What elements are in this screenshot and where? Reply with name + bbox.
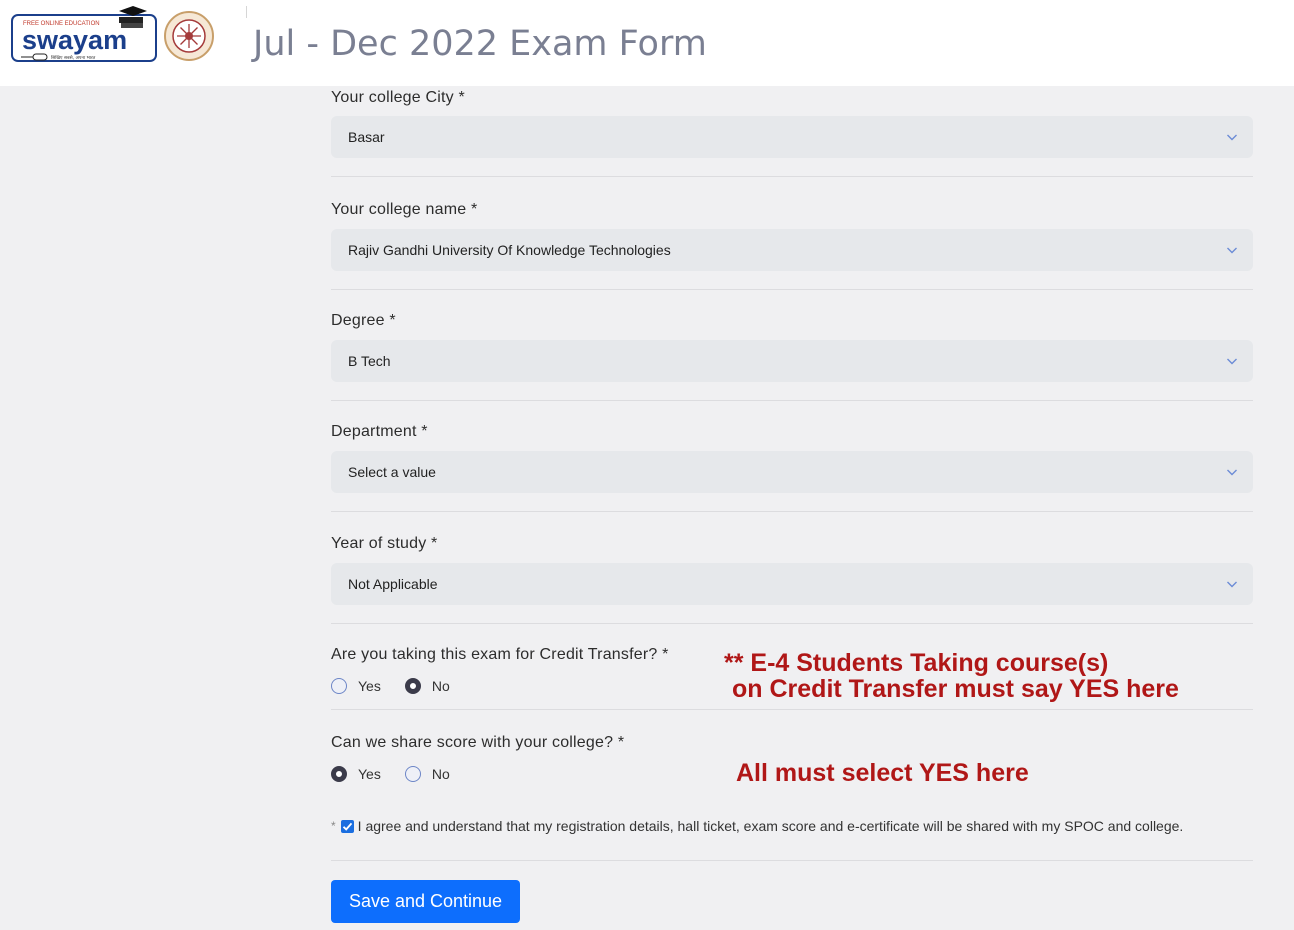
credit-transfer-annotation: ** E-4 Students Taking course(s) on Cred… bbox=[724, 650, 1179, 702]
city-value: Basar bbox=[348, 129, 385, 145]
year-value: Not Applicable bbox=[348, 576, 438, 592]
chevron-down-icon bbox=[1227, 247, 1237, 254]
year-label: Year of study * bbox=[331, 535, 438, 552]
department-label: Department * bbox=[331, 423, 428, 440]
credit-transfer-yes-label[interactable]: Yes bbox=[358, 678, 381, 694]
college-label: Your college name * bbox=[331, 201, 478, 218]
header-divider bbox=[246, 6, 247, 18]
credit-transfer-no-label[interactable]: No bbox=[432, 678, 450, 694]
agree-checkbox[interactable] bbox=[340, 819, 354, 833]
chevron-down-icon bbox=[1227, 581, 1237, 588]
department-select[interactable]: Select a value bbox=[331, 451, 1253, 493]
degree-field: Degree * B Tech bbox=[331, 290, 1253, 382]
annotation-line-2: on Credit Transfer must say YES here bbox=[732, 675, 1179, 703]
agree-row: * I agree and understand that my registr… bbox=[331, 818, 1183, 834]
share-score-no-label[interactable]: No bbox=[432, 766, 450, 782]
page-header: FREE ONLINE EDUCATION swayam सिखिए सबसे,… bbox=[0, 0, 1294, 86]
department-field: Department * Select a value bbox=[331, 401, 1253, 493]
swayam-logo[interactable]: FREE ONLINE EDUCATION swayam सिखिए सबसे,… bbox=[11, 5, 157, 65]
city-select[interactable]: Basar bbox=[331, 116, 1253, 158]
year-field: Year of study * Not Applicable bbox=[331, 512, 1253, 605]
save-and-continue-button[interactable]: Save and Continue bbox=[331, 880, 520, 923]
chevron-down-icon bbox=[1227, 358, 1237, 365]
share-score-annotation: All must select YES here bbox=[736, 759, 1029, 787]
share-score-yes-radio[interactable] bbox=[331, 766, 347, 782]
share-score-no-radio[interactable] bbox=[404, 766, 421, 782]
degree-select[interactable]: B Tech bbox=[331, 340, 1253, 382]
agree-asterisk: * bbox=[331, 819, 336, 833]
department-value: Select a value bbox=[348, 464, 436, 480]
year-select[interactable]: Not Applicable bbox=[331, 563, 1253, 605]
city-field: Your college City * Basar bbox=[331, 86, 1253, 158]
share-score-yes-label[interactable]: Yes bbox=[358, 766, 381, 782]
degree-value: B Tech bbox=[348, 353, 391, 369]
page-title: Jul - Dec 2022 Exam Form bbox=[253, 24, 707, 64]
degree-label: Degree * bbox=[331, 312, 396, 329]
logo-name: swayam bbox=[22, 25, 127, 55]
seal-icon bbox=[164, 11, 214, 61]
annotation-line-1: ** E-4 Students Taking course(s) bbox=[724, 649, 1109, 677]
credit-transfer-yes-radio[interactable] bbox=[331, 678, 347, 694]
share-score-label: Can we share score with your college? * bbox=[331, 734, 625, 751]
logo-tagline: सिखिए सबसे, अपना भारत bbox=[51, 54, 96, 61]
chevron-down-icon bbox=[1227, 469, 1237, 476]
checkmark-icon bbox=[342, 822, 352, 831]
college-select[interactable]: Rajiv Gandhi University Of Knowledge Tec… bbox=[331, 229, 1253, 271]
city-label: Your college City * bbox=[331, 89, 465, 106]
college-field: Your college name * Rajiv Gandhi Univers… bbox=[331, 177, 1253, 271]
divider bbox=[331, 860, 1253, 861]
agree-text: I agree and understand that my registrat… bbox=[357, 818, 1184, 834]
credit-transfer-no-radio[interactable] bbox=[404, 678, 421, 694]
college-value: Rajiv Gandhi University Of Knowledge Tec… bbox=[348, 242, 671, 258]
chevron-down-icon bbox=[1227, 134, 1237, 141]
